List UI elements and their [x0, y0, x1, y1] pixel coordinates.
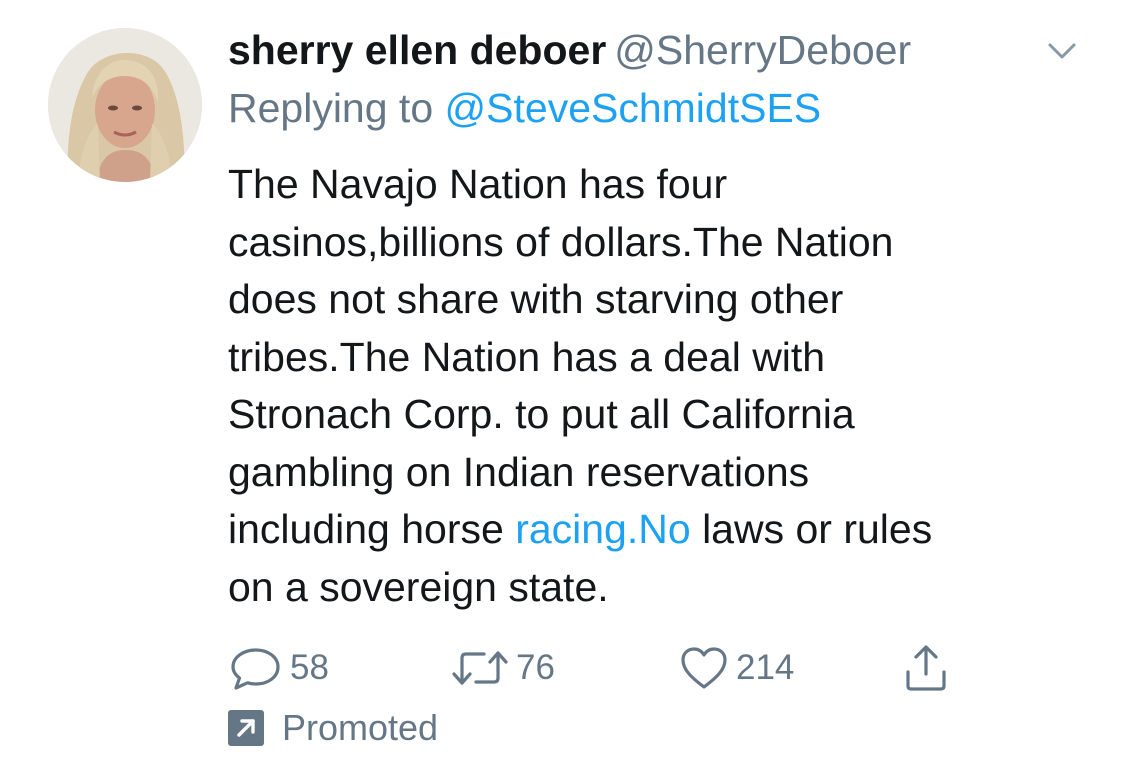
more-options-button[interactable]: [1040, 36, 1084, 66]
retweet-button[interactable]: 76: [450, 640, 555, 696]
reply-count: 58: [290, 648, 329, 687]
user-handle[interactable]: @SherryDeboer: [614, 27, 911, 73]
tweet-text-line: on a sovereign state.: [228, 563, 609, 610]
like-button[interactable]: 214: [678, 640, 794, 696]
avatar-portrait: [48, 28, 202, 182]
replying-to-handle[interactable]: @SteveSchmidtSES: [445, 85, 822, 131]
tweet-text: The Navajo Nation has four casinos,billi…: [228, 156, 1088, 616]
tweet-text-line: casinos,billions of dollars.The Nation: [228, 218, 894, 265]
tweet-text-line: does not share with starving other: [228, 276, 844, 322]
action-bar: 58 76 214: [228, 640, 988, 696]
replying-to-label: Replying to: [228, 85, 434, 131]
share-upload-icon: [906, 645, 946, 691]
speech-bubble-icon: [231, 648, 280, 690]
promoted-badge[interactable]: Promoted: [228, 702, 438, 754]
heart-icon: [681, 647, 727, 689]
reply-button[interactable]: 58: [228, 640, 329, 696]
display-name[interactable]: sherry ellen deboer: [228, 27, 606, 73]
avatar[interactable]: [48, 28, 202, 182]
share-button[interactable]: [902, 640, 950, 696]
tweet-text-line: tribes.The Nation has a deal with: [228, 333, 826, 380]
tweet-card[interactable]: sherry ellen deboer @SherryDeboer Replyin…: [0, 0, 1125, 775]
tweet-text-line: Stronach Corp. to put all California: [228, 391, 855, 437]
tweet-text-segment: including horse: [228, 506, 516, 552]
like-count: 214: [736, 648, 795, 687]
replying-to: Replying to @SteveSchmidtSES: [228, 80, 821, 136]
tweet-text-line: including horse racing.No laws or rules: [228, 501, 1088, 559]
chevron-down-icon: [1048, 43, 1076, 59]
retweet-count: 76: [516, 648, 555, 687]
promoted-arrow-icon: [228, 710, 264, 746]
tweet-text-line: The Navajo Nation has four: [228, 161, 728, 207]
tweet-text-line: gambling on Indian reservations: [228, 448, 810, 495]
tweet-text-segment: laws or rules: [690, 506, 933, 552]
promoted-label: Promoted: [282, 707, 439, 748]
tweet-link[interactable]: racing.No: [515, 506, 690, 552]
retweet-arrows-icon: [452, 651, 508, 685]
tweet-header: sherry ellen deboer @SherryDeboer: [228, 22, 1048, 78]
